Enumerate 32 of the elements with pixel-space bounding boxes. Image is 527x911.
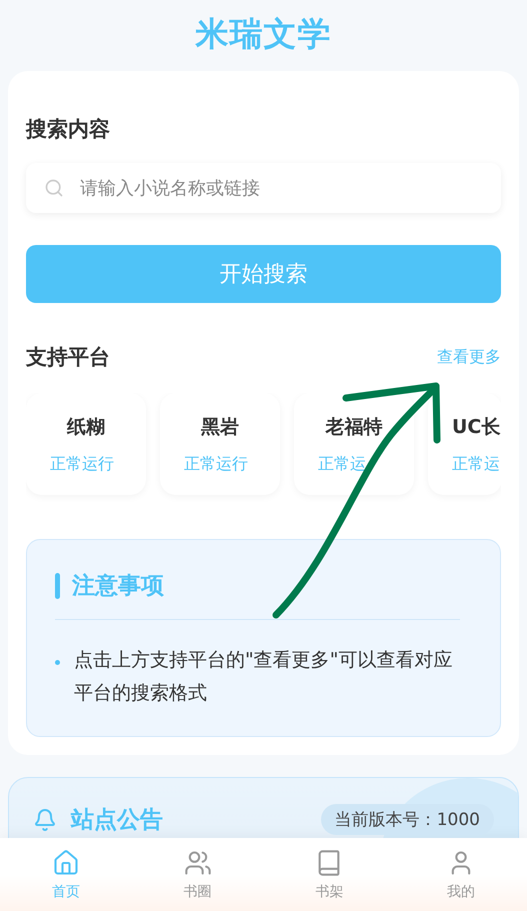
more-link[interactable]: 查看更多 [437,346,501,368]
announcement-heading: 站点公告 [71,806,163,835]
section-heading: 支持平台 [26,344,110,371]
platform-card[interactable]: 黑岩 正常运行 [160,393,280,495]
people-icon [184,848,212,876]
platform-name: UC长 [452,414,500,440]
tab-item[interactable]: 我的 [395,838,527,911]
tab-item[interactable]: 书圈 [132,838,264,911]
platform-name: 纸糊 [67,414,105,440]
bell-icon [33,808,57,832]
accent-bar [55,572,60,598]
search-icon [44,178,64,198]
app-title: 米瑞文学 [196,13,332,55]
version-badge: 当前版本号：1000 [320,804,494,835]
platform-card[interactable]: 纸糊 正常运行 [26,393,146,495]
platform-name: 黑岩 [201,414,239,440]
platform-name: 老福特 [326,414,382,440]
note-text: 点击上方支持平台的"查看更多"可以查看对应平台的搜索格式 [74,648,454,706]
notes-heading: 注意事项 [72,572,164,601]
platform-status: 正常运行 [184,454,248,474]
platform-card[interactable]: 老福特 正常运 [294,393,414,495]
platform-status: 正常运 [452,454,500,474]
tab-item[interactable]: 书架 [264,838,396,911]
home-icon [52,848,80,876]
platform-status: 正常运 [318,454,366,474]
search-button[interactable]: 开始搜索 [26,245,501,303]
section-heading: 搜索内容 [26,116,111,143]
bullet-icon [55,660,60,665]
search-field[interactable]: 请输入小说名称或链接 [26,163,501,213]
platform-status: 正常运行 [50,454,114,474]
tab-item[interactable]: 首页 [0,838,132,911]
platform-card[interactable]: UC长 正常运 [428,393,501,495]
